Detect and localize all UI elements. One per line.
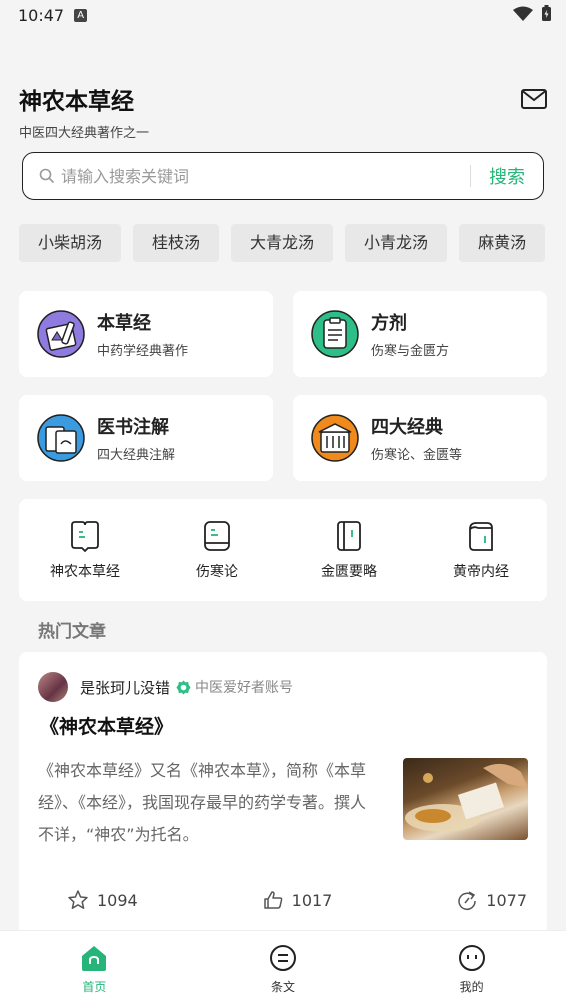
card-desc: 伤寒与金匮方	[371, 344, 450, 359]
article-card[interactable]: 是张珂儿没错 中医爱好者账号 《神农本草经》 《神农本草经》又名《神农本草》，简…	[19, 652, 547, 942]
card-title: 医书注解	[97, 417, 169, 438]
bottom-nav: 首页 条文 我的	[0, 930, 566, 1006]
share-stat[interactable]: 1077	[456, 889, 527, 911]
profile-face-icon	[458, 945, 485, 971]
book-shennong[interactable]: 神农本草经	[19, 499, 151, 601]
clipboard-icon	[311, 310, 359, 358]
favorite-stat[interactable]: 1094	[67, 889, 138, 911]
tag-chip[interactable]: 小柴胡汤	[19, 224, 122, 262]
mail-icon[interactable]	[521, 88, 547, 110]
section-title: 热门文章	[38, 622, 106, 642]
card-sidajingdian[interactable]: 四大经典 伤寒论、金匮等	[293, 395, 547, 481]
nav-home[interactable]: 首页	[0, 931, 189, 1006]
like-stat[interactable]: 1017	[262, 889, 333, 911]
herb-book-icon	[37, 310, 85, 358]
hot-tags: 小柴胡汤 桂枝汤 大青龙汤 小青龙汤 麻黄汤	[19, 224, 546, 262]
app-header: 神农本草经 中医四大经典著作之一	[19, 82, 547, 142]
home-icon	[82, 946, 107, 971]
favorite-count: 1094	[97, 890, 138, 910]
card-title: 四大经典	[371, 417, 443, 438]
notebook-icon	[204, 521, 230, 551]
battery-icon	[542, 5, 551, 21]
author-name[interactable]: 是张珂儿没错	[80, 677, 170, 698]
bound-book-icon	[337, 521, 361, 551]
page-title: 神农本草经	[19, 89, 134, 115]
avatar[interactable]	[38, 672, 68, 702]
wifi-icon	[513, 6, 533, 21]
author-tag: 中医爱好者账号	[195, 680, 294, 696]
tag-chip[interactable]: 桂枝汤	[133, 224, 220, 262]
search-bar: 搜索	[22, 152, 544, 200]
tag-chip[interactable]: 麻黄汤	[459, 224, 546, 262]
tag-chip[interactable]: 大青龙汤	[231, 224, 334, 262]
share-count: 1077	[486, 890, 527, 910]
article-stats: 1094 1017 1077	[67, 889, 527, 911]
thumbs-up-icon	[263, 891, 282, 909]
share-icon	[458, 891, 477, 910]
status-icons	[513, 5, 552, 22]
nav-profile[interactable]: 我的	[377, 931, 566, 1006]
book-label: 黄帝内经	[453, 564, 509, 580]
book-label: 金匮要略	[321, 564, 377, 580]
article-title[interactable]: 《神农本草经》	[40, 712, 173, 739]
notification-badge: A	[74, 8, 88, 22]
book-huangdi[interactable]: 黄帝内经	[415, 499, 547, 601]
card-title: 本草经	[97, 313, 151, 334]
verified-icon	[176, 679, 191, 695]
book-label: 神农本草经	[50, 564, 120, 580]
card-yishu[interactable]: 医书注解 四大经典注解	[19, 395, 273, 481]
book-label: 伤寒论	[196, 564, 238, 580]
card-desc: 中药学经典著作	[97, 344, 189, 359]
like-count: 1017	[291, 890, 333, 910]
card-desc: 四大经典注解	[97, 448, 176, 463]
book-jingui[interactable]: 金匮要略	[283, 499, 415, 601]
card-desc: 伤寒论、金匮等	[371, 448, 463, 463]
article-summary: 《神农本草经》又名《神农本草》，简称《本草经》、《本经》，我国现存最早的药学专著…	[38, 761, 367, 844]
classic-books: 神农本草经 伤寒论 金匮要略 黄帝内经	[19, 499, 547, 601]
page-subtitle: 中医四大经典著作之一	[19, 126, 150, 141]
closed-book-icon	[469, 522, 493, 551]
article-thumbnail	[403, 758, 528, 840]
book-shanghan[interactable]: 伤寒论	[151, 499, 283, 601]
text-bubble-icon	[270, 945, 296, 971]
status-time: 10:47	[18, 5, 65, 25]
nav-label: 我的	[459, 980, 484, 994]
status-bar: 10:47 A	[0, 0, 566, 30]
nav-label: 条文	[271, 980, 296, 994]
herbs-photo	[405, 763, 528, 832]
search-input[interactable]	[61, 166, 470, 186]
open-book-icon	[71, 521, 99, 553]
star-icon	[68, 890, 88, 909]
classics-icon	[311, 414, 359, 462]
nav-articles[interactable]: 条文	[189, 931, 378, 1006]
card-fangji[interactable]: 方剂 伤寒与金匮方	[293, 291, 547, 377]
nav-label: 首页	[82, 980, 107, 994]
author-row: 是张珂儿没错 中医爱好者账号	[38, 672, 293, 702]
card-title: 方剂	[371, 313, 407, 334]
search-button[interactable]: 搜索	[471, 163, 543, 189]
tag-chip[interactable]: 小青龙汤	[345, 224, 448, 262]
card-bencaojing[interactable]: 本草经 中药学经典著作	[19, 291, 273, 377]
annotated-book-icon	[37, 414, 85, 462]
search-icon	[39, 168, 55, 184]
